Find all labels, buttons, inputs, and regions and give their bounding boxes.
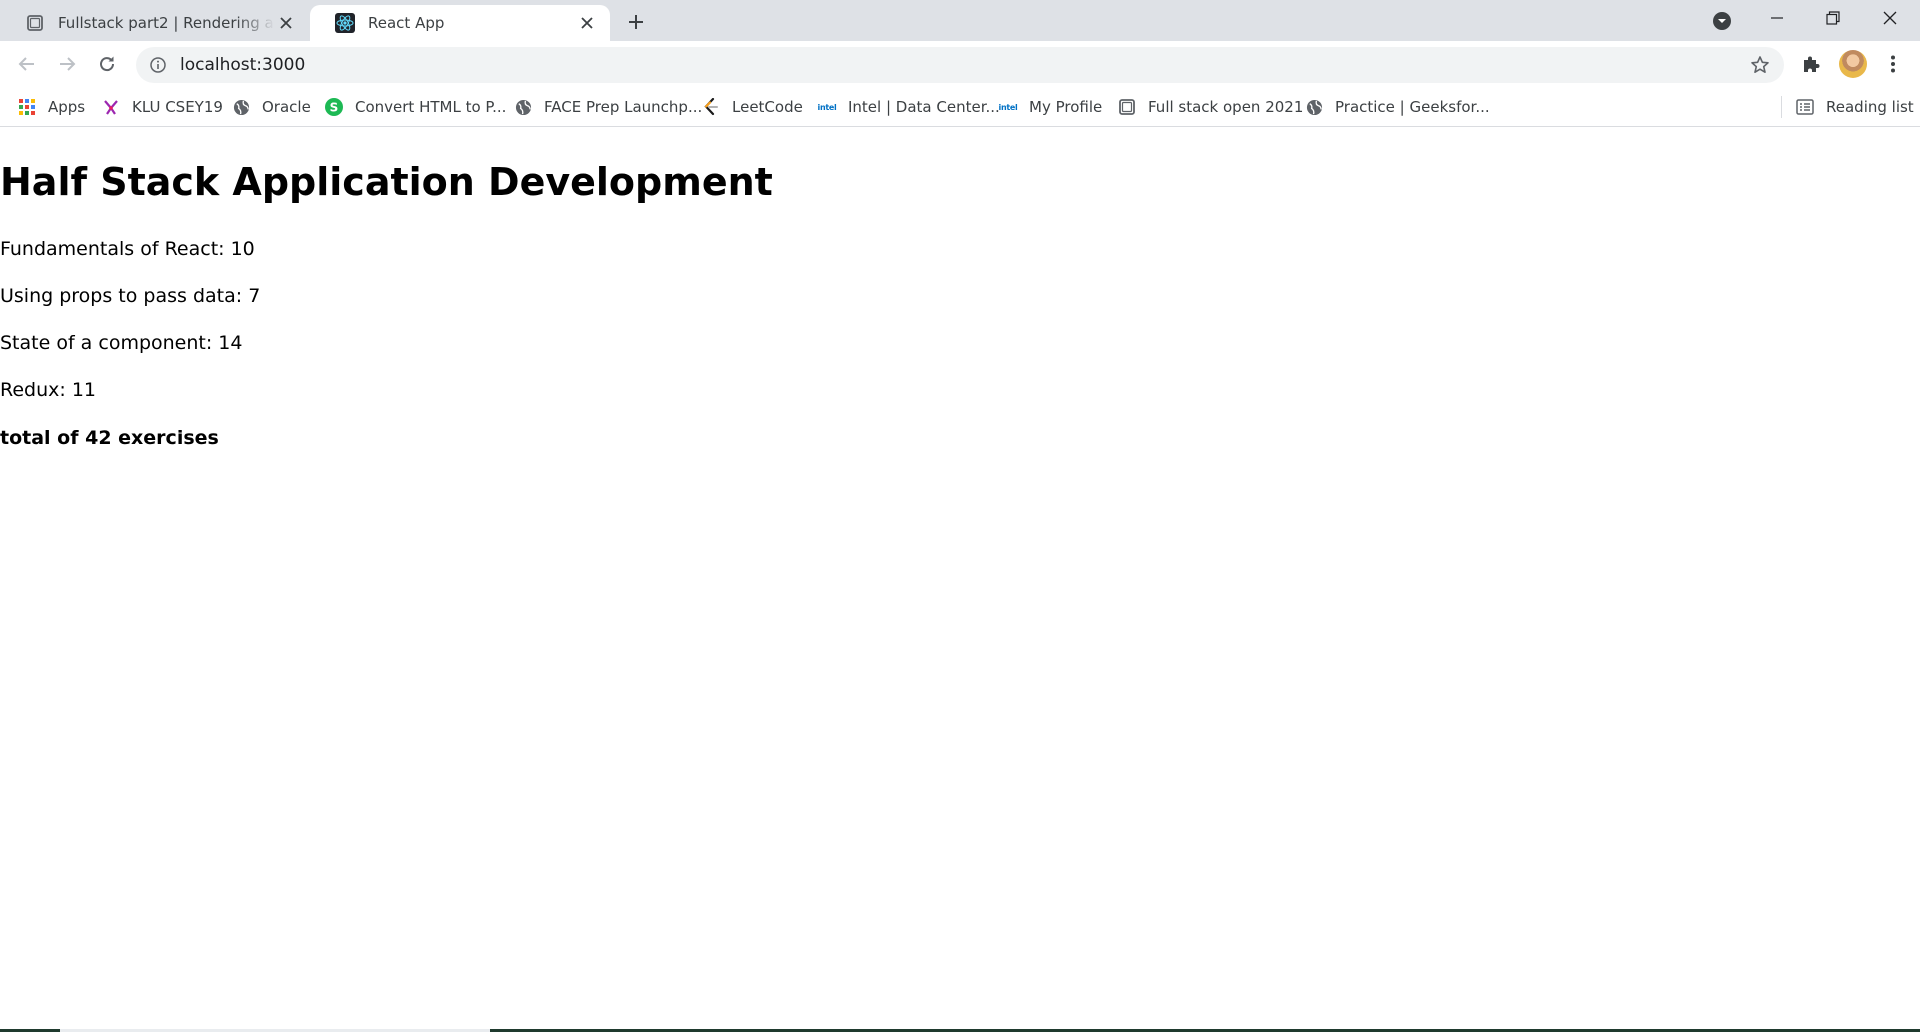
bookmarks-bar: Apps KLU CSEY19 Oracle S Convert HTML to… — [0, 87, 1920, 127]
globe-icon — [232, 98, 250, 116]
tab-title: Fullstack part2 | Rendering a collection… — [58, 14, 275, 32]
tab-title: React App — [368, 14, 445, 32]
back-button[interactable] — [11, 48, 43, 80]
part-item: State of a component: 14 — [0, 332, 243, 354]
bookmark-intel-data-center[interactable]: intel Intel | Data Center... — [818, 94, 1000, 120]
arrow-right-icon — [60, 57, 76, 71]
bookmark-label: My Profile — [1029, 98, 1103, 116]
close-tab-icon[interactable] — [275, 12, 297, 34]
react-icon — [334, 12, 356, 34]
part-item: Redux: 11 — [0, 379, 97, 401]
tab-fullstack-part2[interactable]: Fullstack part2 | Rendering a collection… — [0, 5, 309, 41]
bookmark-my-profile[interactable]: intel My Profile — [998, 94, 1103, 120]
bookmark-label: Convert HTML to P... — [355, 98, 507, 116]
bookmark-leetcode[interactable]: LeetCode — [702, 94, 803, 120]
bookmark-label: FACE Prep Launchp... — [544, 98, 703, 116]
tab-strip: Fullstack part2 | Rendering a collection… — [0, 0, 1920, 41]
part-item: Fundamentals of React: 10 — [0, 238, 255, 260]
close-tab-icon[interactable] — [576, 12, 598, 34]
reload-button[interactable] — [91, 48, 123, 80]
bookmark-star-icon[interactable] — [1748, 53, 1772, 77]
page-content: Half Stack Application Development Funda… — [0, 128, 1920, 1032]
bookmark-label: Oracle — [262, 98, 311, 116]
tab-react-app[interactable]: React App — [310, 5, 610, 41]
close-icon — [1883, 11, 1897, 25]
more-vert-icon — [1891, 55, 1895, 73]
bookmark-label: LeetCode — [732, 98, 803, 116]
bookmark-label: Intel | Data Center... — [848, 98, 1000, 116]
bookmark-apps[interactable]: Apps — [18, 94, 85, 120]
close-window-button[interactable] — [1862, 0, 1918, 36]
profile-button[interactable] — [1837, 48, 1869, 80]
chevron-down-icon — [1713, 12, 1731, 30]
bookmark-label: KLU CSEY19 — [132, 98, 223, 116]
globe-icon — [1305, 98, 1323, 116]
leetcode-icon — [702, 98, 720, 116]
apps-grid-icon — [18, 98, 36, 116]
bookmark-face-prep[interactable]: FACE Prep Launchp... — [514, 94, 702, 120]
bookmark-klu-csey19[interactable]: KLU CSEY19 — [102, 94, 223, 120]
klu-icon — [102, 98, 120, 116]
bookmark-convert-html[interactable]: S Convert HTML to P... — [325, 94, 506, 120]
s-icon: S — [325, 98, 343, 116]
info-icon[interactable] — [148, 55, 168, 75]
reading-list-label: Reading list — [1826, 98, 1914, 116]
forward-button[interactable] — [51, 48, 83, 80]
bookmarks-divider — [1781, 96, 1782, 118]
bookmark-label: Full stack open 2021 — [1148, 98, 1304, 116]
reading-list-icon — [1796, 98, 1814, 116]
plus-icon — [629, 15, 643, 29]
url-text[interactable]: localhost:3000 — [180, 55, 1748, 75]
svg-text:S: S — [330, 101, 339, 115]
minimize-button[interactable] — [1749, 0, 1805, 36]
bookmark-label: Apps — [48, 98, 86, 116]
tab-search-button[interactable] — [1709, 8, 1735, 34]
page-heading: Half Stack Application Development — [0, 160, 773, 204]
bookmark-label: Practice | Geeksfor... — [1335, 98, 1490, 116]
exercise-total: total of 42 exercises — [0, 427, 219, 449]
extensions-button[interactable] — [1795, 48, 1827, 80]
restore-button[interactable] — [1805, 0, 1861, 36]
arrow-left-icon — [18, 57, 34, 71]
reload-icon — [100, 56, 115, 72]
menu-button[interactable] — [1877, 48, 1909, 80]
puzzle-icon — [1804, 56, 1820, 72]
minimize-icon — [1771, 17, 1783, 19]
browser-toolbar: localhost:3000 — [0, 41, 1920, 87]
bookmark-oracle[interactable]: Oracle — [232, 94, 311, 120]
page-icon — [1118, 98, 1136, 116]
reading-list-button[interactable]: Reading list — [1796, 94, 1914, 120]
intel-icon: intel — [998, 102, 1018, 112]
intel-icon: intel — [817, 102, 837, 112]
bookmark-full-stack-open[interactable]: Full stack open 2021 — [1118, 94, 1303, 120]
page-icon — [24, 12, 46, 34]
avatar — [1839, 50, 1867, 78]
bookmark-geeksforgeeks[interactable]: Practice | Geeksfor... — [1305, 94, 1490, 120]
restore-icon — [1826, 11, 1840, 25]
globe-icon — [514, 98, 532, 116]
address-bar[interactable]: localhost:3000 — [136, 47, 1784, 83]
part-item: Using props to pass data: 7 — [0, 285, 261, 307]
new-tab-button[interactable] — [622, 8, 650, 36]
